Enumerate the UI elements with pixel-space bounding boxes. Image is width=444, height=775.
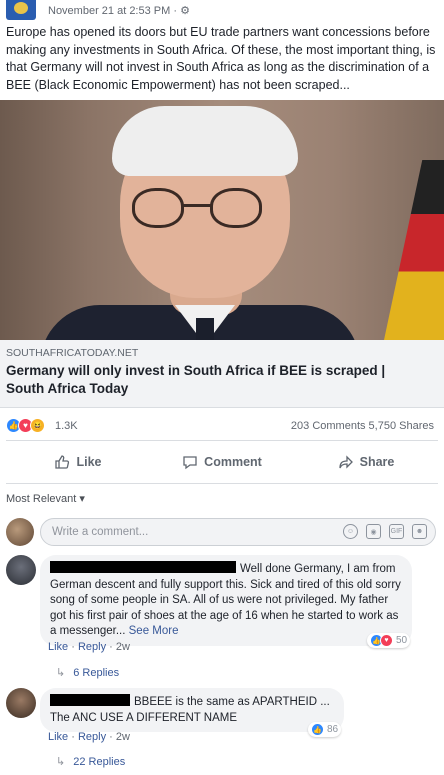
see-more-link[interactable]: See More xyxy=(129,625,179,637)
comment-bubble: Well done Germany, I am from German desc… xyxy=(40,555,412,646)
commenter-avatar[interactable] xyxy=(6,555,36,585)
privacy-icon[interactable]: · ⚙ xyxy=(173,5,190,17)
comment-actions: Like · Reply · 2w xyxy=(48,641,130,653)
link-preview-image[interactable] xyxy=(0,100,444,340)
comment-like-link[interactable]: Like xyxy=(48,641,68,653)
user-avatar[interactable] xyxy=(6,518,34,546)
comments-shares-count[interactable]: 203 Comments 5,750 Shares xyxy=(291,420,434,432)
page-avatar[interactable] xyxy=(6,0,36,20)
thumbs-up-icon xyxy=(55,455,70,469)
redacted-name xyxy=(50,694,130,706)
camera-icon[interactable]: ◉ xyxy=(366,524,381,539)
comment-reactions[interactable]: 👍 86 xyxy=(308,722,342,737)
sticker-icon[interactable]: ☻ xyxy=(412,524,427,539)
comment-reactions[interactable]: 👍 ♥ 50 xyxy=(367,633,411,648)
comment-bubble-icon xyxy=(183,456,197,470)
comment-text: Well done Germany, I am from German desc… xyxy=(50,563,401,637)
replies-count: 22 Replies xyxy=(73,756,126,768)
comment-compose: Write a comment... ☺ ◉ GIF ☻ xyxy=(6,516,436,550)
post-text: Europe has opened its doors but EU trade… xyxy=(6,25,436,92)
comment-reply-link[interactable]: Reply xyxy=(78,641,106,653)
link-domain: SOUTHAFRICATODAY.NET xyxy=(6,347,139,359)
comment-input[interactable]: Write a comment... ☺ ◉ GIF ☻ xyxy=(40,518,436,546)
view-replies-link[interactable]: ↳ 22 Replies xyxy=(56,755,125,768)
glasses-bridge-graphic xyxy=(183,204,211,207)
comment-input-icons: ☺ ◉ GIF ☻ xyxy=(343,524,427,539)
emoji-icon[interactable]: ☺ xyxy=(343,524,358,539)
comment-reply-link[interactable]: Reply xyxy=(78,731,106,743)
comment-like-link[interactable]: Like xyxy=(48,731,68,743)
share-arrow-icon xyxy=(338,455,353,469)
link-preview-meta[interactable]: SOUTHAFRICATODAY.NET Germany will only i… xyxy=(0,340,444,408)
post-header: November 21 at 2:53 PM · ⚙ xyxy=(0,0,444,22)
reply-arrow-icon: ↳ xyxy=(56,667,66,679)
share-button-label: Share xyxy=(359,455,395,469)
post-timestamp[interactable]: November 21 at 2:53 PM · ⚙ xyxy=(48,4,190,17)
comment-bubble: BBEEE is the same as APARTHEID ... The A… xyxy=(40,688,344,732)
person-tie-graphic xyxy=(196,318,214,340)
comment-actions: Like · Reply · 2w xyxy=(48,731,130,743)
comment-reaction-count: 50 xyxy=(396,635,408,646)
love-reaction-icon: ♥ xyxy=(380,634,393,647)
reply-arrow-icon: ↳ xyxy=(56,756,66,768)
comment-sort-select[interactable]: Most Relevant ▾ xyxy=(6,492,85,505)
post-action-bar: Like Comment Share xyxy=(6,440,438,484)
glasses-left-graphic xyxy=(132,188,184,228)
comment-item: Well done Germany, I am from German desc… xyxy=(6,555,436,685)
replies-count: 6 Replies xyxy=(73,667,120,679)
comment-button-label: Comment xyxy=(204,455,262,469)
gif-icon[interactable]: GIF xyxy=(389,524,404,539)
comment-age[interactable]: 2w xyxy=(116,731,130,743)
glasses-right-graphic xyxy=(210,188,262,228)
haha-reaction-icon: 😆 xyxy=(30,418,45,433)
post-stats: 👍 ♥ 😆 1.3K 203 Comments 5,750 Shares xyxy=(0,410,444,440)
like-button[interactable]: Like xyxy=(6,441,150,483)
share-button[interactable]: Share xyxy=(294,441,438,483)
like-button-label: Like xyxy=(76,455,102,469)
view-replies-link[interactable]: ↳ 6 Replies xyxy=(56,666,119,679)
reaction-icons[interactable]: 👍 ♥ 😆 xyxy=(6,418,45,433)
commenter-avatar[interactable] xyxy=(6,688,36,718)
flag-graphic xyxy=(384,160,444,340)
comment-button[interactable]: Comment xyxy=(150,441,294,483)
comment-input-placeholder: Write a comment... xyxy=(52,526,149,538)
comment-item: BBEEE is the same as APARTHEID ... The A… xyxy=(6,688,436,772)
person-hair-graphic xyxy=(112,106,298,176)
comment-age[interactable]: 2w xyxy=(116,641,130,653)
reaction-count[interactable]: 1.3K xyxy=(55,420,78,432)
link-title[interactable]: Germany will only invest in South Africa… xyxy=(6,362,426,398)
redacted-name xyxy=(50,561,236,573)
comment-reaction-count: 86 xyxy=(327,724,339,735)
like-reaction-icon: 👍 xyxy=(311,723,324,736)
